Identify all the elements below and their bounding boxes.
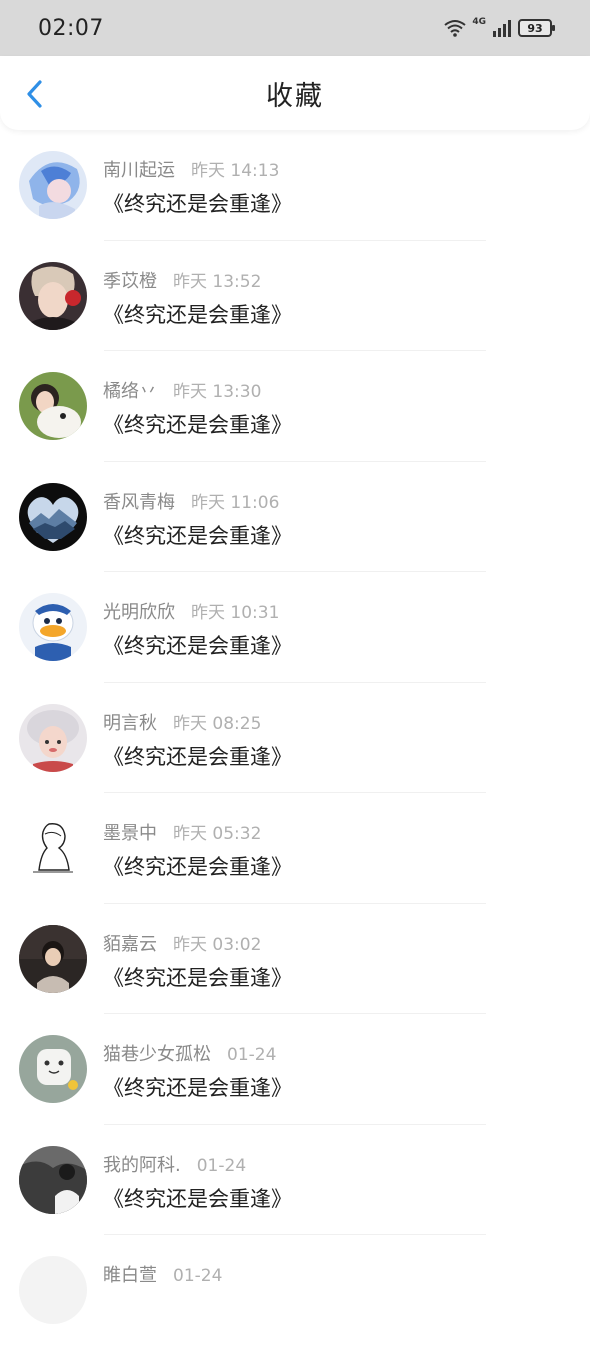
timestamp: 昨天 11:06	[191, 492, 280, 513]
status-bar: 02:07 4G 93	[0, 0, 590, 56]
avatar[interactable]	[19, 372, 87, 440]
list-item[interactable]: 明言秋 昨天 08:25 《终究还是会重逢》	[0, 683, 590, 793]
list-item[interactable]: 季苡橙 昨天 13:52 《终究还是会重逢》	[0, 241, 590, 351]
item-title: 《终究还是会重逢》	[103, 965, 292, 990]
author-name: 墨景中	[103, 823, 157, 844]
item-title: 《终究还是会重逢》	[103, 192, 292, 216]
author-name: 猫巷少女孤松	[103, 1044, 211, 1065]
back-button[interactable]	[16, 74, 52, 114]
timestamp: 昨天 14:13	[191, 161, 280, 181]
avatar[interactable]	[19, 593, 87, 661]
header-bar: 收藏	[0, 56, 590, 130]
timestamp: 01-24	[227, 1045, 277, 1065]
author-name: 香风青梅	[103, 491, 175, 513]
item-title: 《终究还是会重逢》	[103, 523, 292, 548]
author-name: 明言秋	[103, 712, 157, 734]
timestamp: 01-24	[173, 1266, 223, 1286]
item-title: 《终究还是会重逢》	[103, 855, 292, 879]
list-item[interactable]: 橘络丷 昨天 13:30 《终究还是会重逢》	[0, 351, 590, 462]
avatar[interactable]	[19, 1035, 87, 1103]
timestamp: 昨天 08:25	[173, 713, 262, 734]
item-title: 《终究还是会重逢》	[103, 744, 292, 769]
battery-icon: 93	[518, 19, 555, 37]
avatar[interactable]	[19, 814, 87, 882]
item-title: 《终究还是会重逢》	[103, 413, 292, 437]
favorites-list: 南川起运 昨天 14:13 《终究还是会重逢》 季苡橙 昨天 13:52 《终究…	[0, 130, 590, 1346]
author-name: 季苡橙	[103, 270, 157, 292]
avatar[interactable]	[19, 1145, 87, 1214]
item-title: 《终究还是会重逢》	[103, 634, 292, 658]
timestamp: 昨天 03:02	[173, 934, 262, 955]
avatar[interactable]	[19, 482, 87, 551]
avatar[interactable]	[19, 924, 87, 993]
battery-level: 93	[527, 21, 543, 35]
item-title: 《终究还是会重逢》	[103, 302, 292, 327]
wifi-icon	[444, 20, 466, 37]
chevron-left-icon	[27, 80, 42, 108]
avatar[interactable]	[19, 1256, 87, 1324]
item-title: 《终究还是会重逢》	[103, 1076, 292, 1100]
author-name: 貊嘉云	[103, 933, 157, 955]
author-name: 我的阿科.	[103, 1154, 181, 1176]
timestamp: 昨天 10:31	[191, 603, 280, 623]
list-item[interactable]: 貊嘉云 昨天 03:02 《终究还是会重逢》	[0, 904, 590, 1014]
avatar[interactable]	[19, 151, 87, 219]
list-item[interactable]: 睢白萱 01-24	[0, 1235, 590, 1346]
status-icons: 4G 93	[444, 17, 555, 37]
list-item[interactable]: 我的阿科. 01-24 《终究还是会重逢》	[0, 1125, 590, 1235]
avatar[interactable]	[19, 261, 87, 330]
list-item[interactable]: 南川起运 昨天 14:13 《终究还是会重逢》	[0, 130, 590, 241]
author-name: 南川起运	[103, 160, 175, 181]
list-item[interactable]: 香风青梅 昨天 11:06 《终究还是会重逢》	[0, 462, 590, 572]
timestamp: 01-24	[196, 1155, 247, 1176]
list-item[interactable]: 猫巷少女孤松 01-24 《终究还是会重逢》	[0, 1014, 590, 1125]
signal-icon	[493, 20, 511, 37]
author-name: 橘络丷	[103, 381, 157, 402]
item-title: 《终究还是会重逢》	[103, 1186, 292, 1211]
timestamp: 昨天 13:52	[173, 271, 262, 292]
network-type-icon: 4G	[472, 17, 486, 27]
timestamp: 昨天 13:30	[173, 382, 262, 402]
timestamp: 昨天 05:32	[173, 824, 262, 844]
author-name: 睢白萱	[103, 1265, 157, 1286]
page-title: 收藏	[266, 80, 324, 112]
status-time: 02:07	[38, 15, 104, 41]
list-item[interactable]: 光明欣欣 昨天 10:31 《终究还是会重逢》	[0, 572, 590, 683]
author-name: 光明欣欣	[103, 602, 175, 623]
list-item[interactable]: 墨景中 昨天 05:32 《终究还是会重逢》	[0, 793, 590, 904]
avatar[interactable]	[19, 703, 87, 772]
